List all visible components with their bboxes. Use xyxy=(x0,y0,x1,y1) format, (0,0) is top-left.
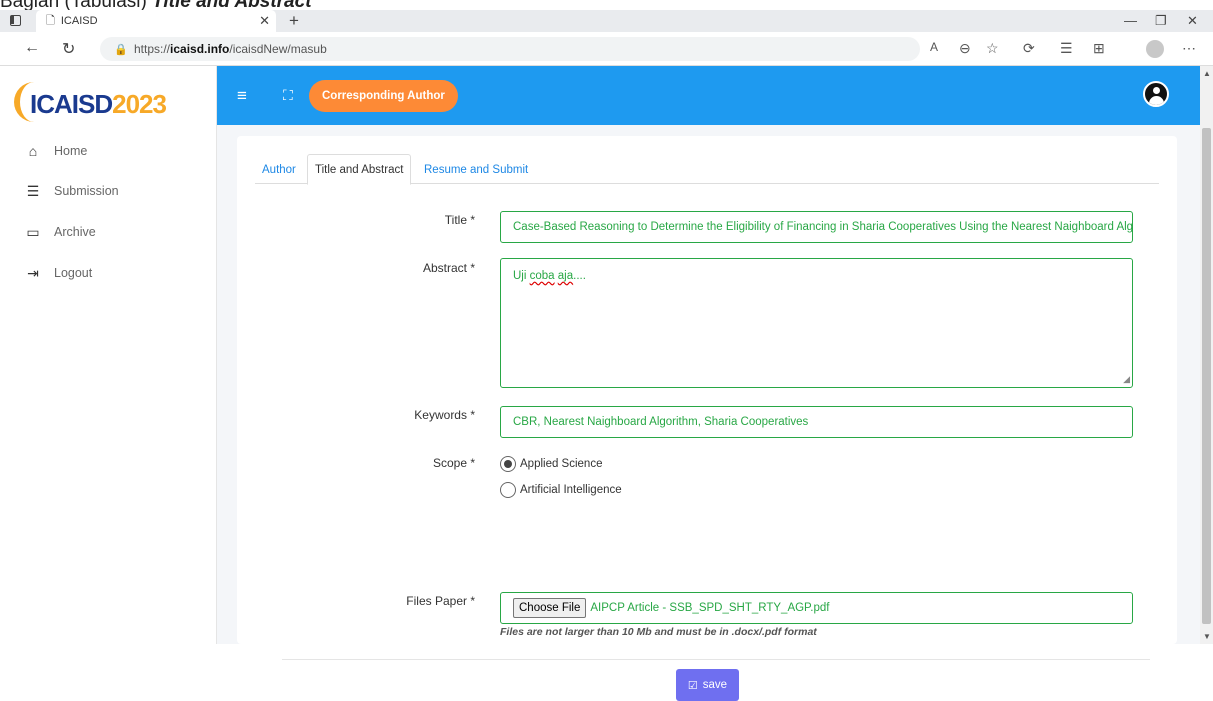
favorites-list-icon[interactable]: ☰ xyxy=(1060,40,1073,57)
scroll-up-icon[interactable]: ▲ xyxy=(1203,69,1211,78)
sidebar-item-label: Archive xyxy=(54,225,96,239)
tab-author[interactable]: Author xyxy=(255,154,303,185)
home-icon: ⌂ xyxy=(28,143,38,159)
menu-toggle-icon[interactable]: ≡ xyxy=(237,86,247,106)
sidebar-item-logout[interactable]: ⇥ Logout xyxy=(24,263,92,283)
scope-option-artificial-intelligence[interactable]: Artificial Intelligence xyxy=(500,482,622,498)
url-path: /icaisdNew/masub xyxy=(229,42,327,56)
url-host: icaisd.info xyxy=(170,42,230,56)
file-hint: Files are not larger than 10 Mb and must… xyxy=(500,626,817,638)
tab-actions-icon[interactable] xyxy=(10,15,21,26)
keywords-label: Keywords * xyxy=(414,408,475,422)
new-tab-icon[interactable]: + xyxy=(289,11,299,31)
abstract-label: Abstract * xyxy=(422,261,475,275)
logo[interactable]: ICAISD2023 xyxy=(12,80,172,124)
form-divider xyxy=(282,659,1150,660)
sidebar-item-label: Home xyxy=(54,144,88,158)
user-account-icon[interactable] xyxy=(1143,81,1169,107)
sidebar-item-home[interactable]: ⌂ Home xyxy=(24,141,88,161)
document-caption: Bagian (Tabulasi) Title and Abstract xyxy=(0,0,312,10)
browser-tabbar: 🗋 ICAISD ✕ + — ❐ ✕ xyxy=(0,10,1213,32)
sidebar: ICAISD2023 ⌂ Home ☰ Submission ▭ Archive ⇥ L… xyxy=(0,66,217,644)
scroll-down-icon[interactable]: ▼ xyxy=(1203,632,1211,641)
fullscreen-icon[interactable]: ⛶ xyxy=(283,87,293,104)
scope-option-label: Artificial Intelligence xyxy=(520,484,622,496)
radio-checked-icon[interactable] xyxy=(500,456,516,472)
profile-avatar-icon[interactable] xyxy=(1146,40,1164,58)
abstract-textarea[interactable]: Uji coba aja.... ◢ xyxy=(500,258,1133,388)
submission-card: Author Title and Abstract Resume and Sub… xyxy=(237,136,1177,701)
more-icon[interactable]: ⋯ xyxy=(1182,40,1196,57)
save-label: save xyxy=(702,679,728,691)
list-icon: ☰ xyxy=(26,182,40,199)
top-navbar: ≡ ⛶ Corresponding Author xyxy=(217,66,1200,125)
form-tabs: Author Title and Abstract Resume and Sub… xyxy=(255,154,1159,185)
title-label: Title * xyxy=(444,213,475,227)
files-paper-label: Files Paper * xyxy=(406,594,475,608)
scope-label: Scope * xyxy=(432,456,475,470)
back-icon[interactable]: ← xyxy=(24,39,40,57)
read-aloud-icon[interactable]: A xyxy=(930,40,938,54)
radio-unchecked-icon[interactable] xyxy=(500,482,516,498)
save-button[interactable]: ☑ save xyxy=(676,669,739,701)
logo-year: 2023 xyxy=(112,89,167,119)
logout-icon: ⇥ xyxy=(27,264,39,281)
browser-toolbar: ← ↻ 🔒 https://icaisd.info/icaisdNew/masu… xyxy=(0,32,1213,66)
sidebar-item-archive[interactable]: ▭ Archive xyxy=(24,222,96,242)
title-input[interactable]: Case-Based Reasoning to Determine the El… xyxy=(500,211,1133,243)
corresponding-author-button[interactable]: Corresponding Author xyxy=(309,80,458,112)
page-icon: 🗋 xyxy=(46,14,55,27)
choose-file-button[interactable]: Choose File xyxy=(513,598,587,618)
selected-file-name: AIPCP Article - SSB_SPD_SHT_RTY_AGP.pdf xyxy=(590,602,830,614)
address-bar[interactable]: 🔒 https://icaisd.info/icaisdNew/masub xyxy=(100,37,920,61)
checkbox-icon: ☑ xyxy=(687,679,698,692)
tab-title: ICAISD xyxy=(60,15,98,27)
lock-icon: 🔒 xyxy=(114,44,128,56)
zoom-icon[interactable]: ⊖ xyxy=(959,40,971,57)
scope-option-label: Applied Science xyxy=(520,458,603,470)
tab-title-and-abstract[interactable]: Title and Abstract xyxy=(307,154,412,185)
sidebar-item-label: Logout xyxy=(54,266,93,280)
app: ICAISD2023 ⌂ Home ☰ Submission ▭ Archive ⇥ L… xyxy=(0,66,1213,701)
keywords-input[interactable]: CBR, Nearest Naighboard Algorithm, Shari… xyxy=(500,406,1133,438)
url-scheme: https:// xyxy=(134,42,171,56)
file-upload-input[interactable]: Choose File AIPCP Article - SSB_SPD_SHT_… xyxy=(500,592,1133,624)
resize-handle-icon[interactable]: ◢ xyxy=(1123,374,1130,385)
sidebar-item-submission[interactable]: ☰ Submission xyxy=(24,181,119,201)
collections-icon[interactable]: ⊞ xyxy=(1093,40,1105,57)
close-window-icon[interactable]: ✕ xyxy=(1187,13,1198,29)
scope-option-applied-science[interactable]: Applied Science xyxy=(500,456,602,472)
inbox-icon: ▭ xyxy=(26,223,40,240)
tab-resume-and-submit[interactable]: Resume and Submit xyxy=(417,154,535,185)
close-tab-icon[interactable]: ✕ xyxy=(259,13,270,29)
restore-icon[interactable]: ❐ xyxy=(1155,13,1167,29)
extensions-icon[interactable]: ⟳ xyxy=(1023,40,1035,57)
minimize-icon[interactable]: — xyxy=(1124,13,1137,28)
logo-text: ICAISD xyxy=(30,89,113,119)
browser-tab[interactable]: 🗋 ICAISD ✕ xyxy=(36,10,276,32)
refresh-icon[interactable]: ↻ xyxy=(62,39,75,59)
favorite-icon[interactable]: ☆ xyxy=(986,40,999,57)
scroll-thumb[interactable] xyxy=(1202,128,1211,624)
sidebar-item-label: Submission xyxy=(54,184,119,198)
abstract-text: Uji coba aja.... xyxy=(513,270,586,282)
